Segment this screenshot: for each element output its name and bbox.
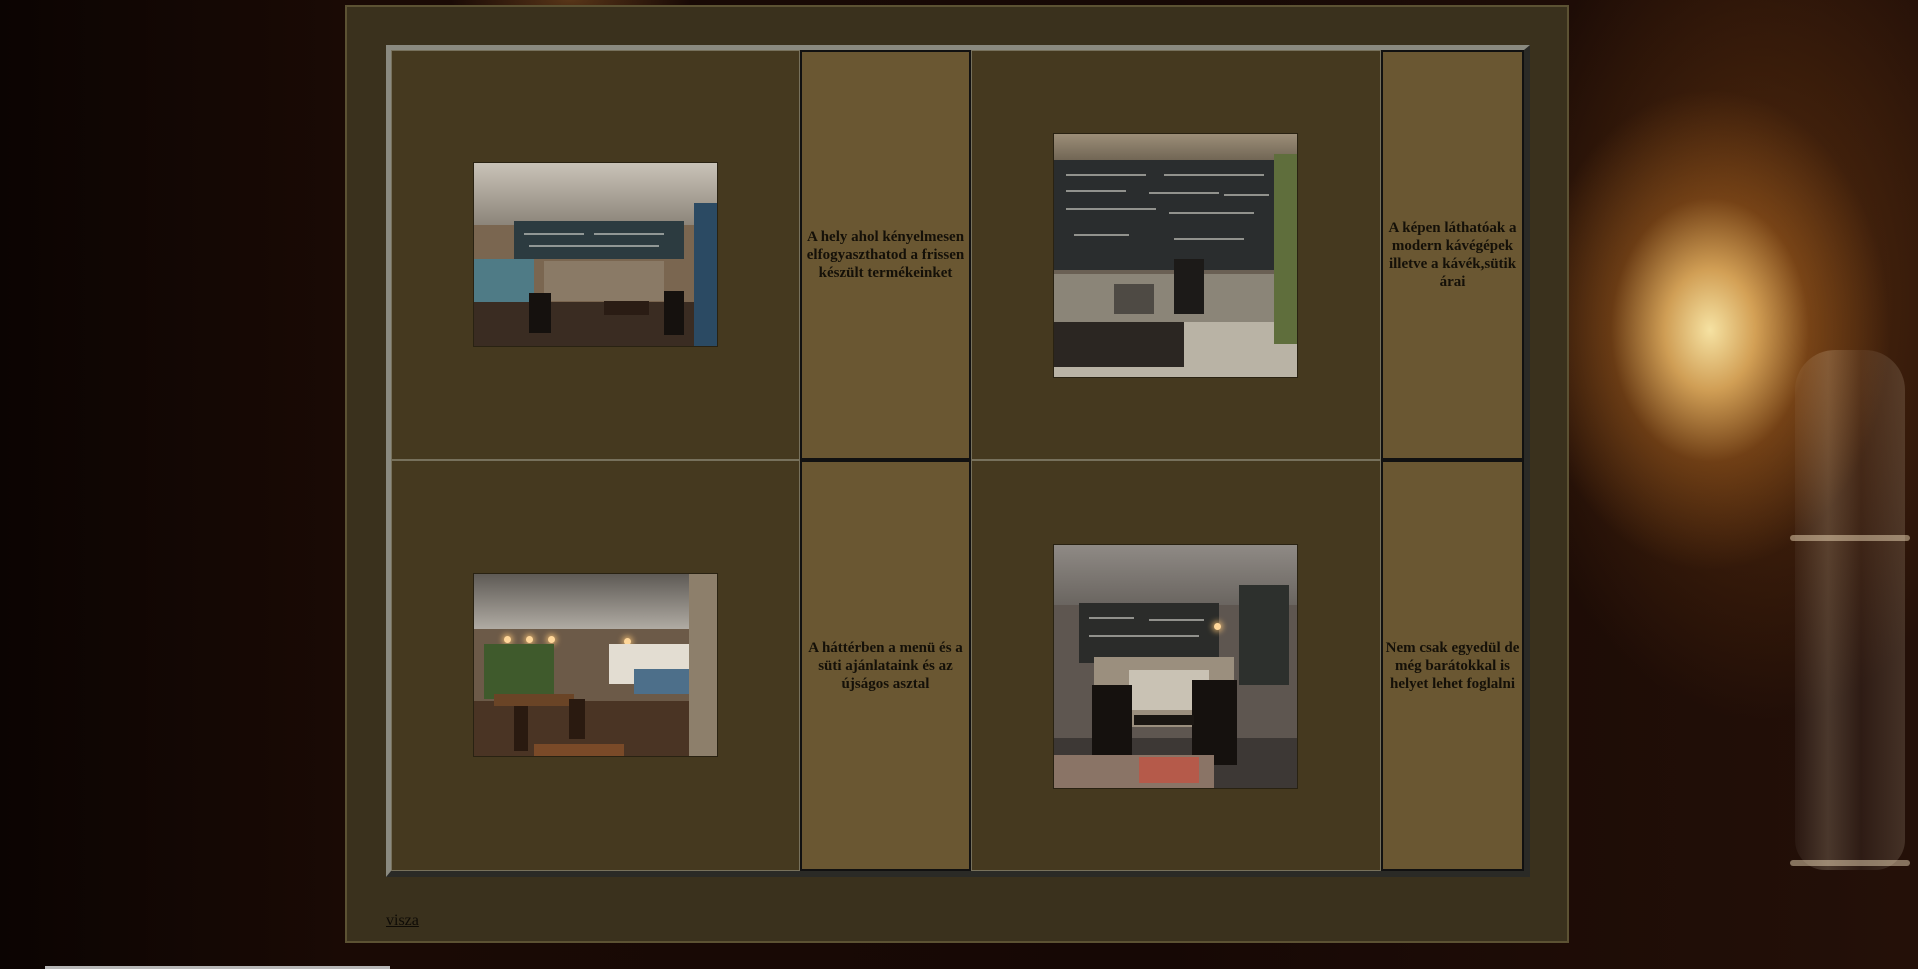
gallery-table: A hely ahol kényelmesen elfogyaszthatod … <box>386 45 1530 877</box>
cafe-interior-photo <box>474 163 717 346</box>
gallery-caption-cell: A képen láthatóak a modern kávégépek ill… <box>1381 50 1524 460</box>
gallery-caption-cell: A háttérben a menü és a süti ajánlataink… <box>800 460 971 871</box>
menu-and-magazine-table-photo <box>474 574 717 756</box>
gallery-caption: A hely ahol kényelmesen elfogyaszthatod … <box>806 229 965 281</box>
gallery-caption: A háttérben a menü és a süti ajánlataink… <box>808 639 963 692</box>
gallery-image-cell <box>391 460 800 871</box>
background-bulb-ring <box>1790 860 1910 866</box>
background-bulb-ring <box>1790 535 1910 541</box>
seating-and-pastry-case-photo <box>1054 545 1297 788</box>
gallery-image-cell <box>971 460 1381 871</box>
gallery-caption-cell: Nem csak egyedül de még barátokkal is he… <box>1381 460 1524 871</box>
background-pendant-bulb <box>1795 350 1905 870</box>
gallery-caption-cell: A hely ahol kényelmesen elfogyaszthatod … <box>800 50 971 460</box>
back-link[interactable]: visza <box>386 912 419 930</box>
gallery-caption: Nem csak egyedül de még barátokkal is he… <box>1385 639 1520 692</box>
gallery-image-cell <box>971 50 1381 460</box>
gallery-caption: A képen láthatóak a modern kávégépek ill… <box>1388 220 1517 290</box>
coffee-machines-menu-board-photo <box>1054 134 1297 377</box>
gallery-image-cell <box>391 50 800 460</box>
